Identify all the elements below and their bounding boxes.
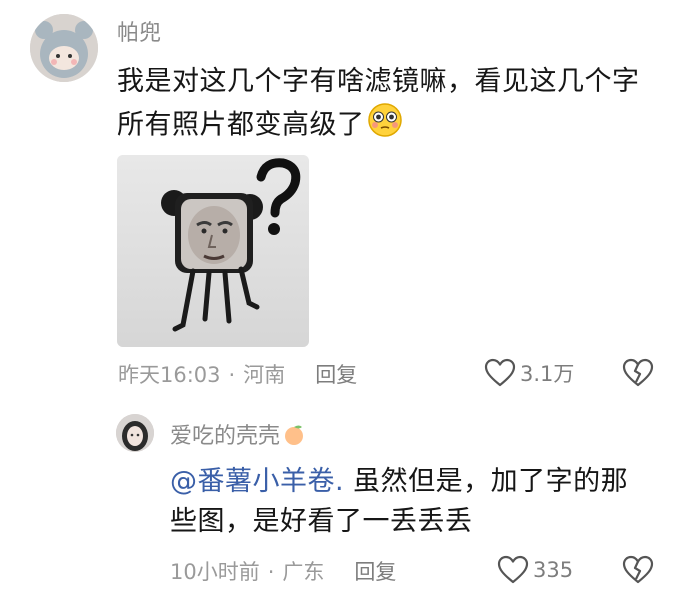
dislike-button[interactable] (622, 555, 654, 589)
heart-icon (497, 555, 529, 584)
meme-photo-icon (117, 155, 309, 347)
peach-emoji-icon (285, 425, 304, 445)
comment-text-line2: 所有照片都变高级了 (117, 102, 677, 150)
like-count: 335 (533, 558, 574, 582)
reply-username[interactable]: 爱吃的壳壳 (170, 422, 306, 451)
reply-location: 广东 (282, 560, 325, 584)
comment-meta: 昨天16:03 · 河南 回复 (118, 361, 357, 389)
like-count: 3.1万 (520, 362, 575, 386)
heart-icon (484, 358, 516, 387)
meta-separator: · (267, 560, 275, 584)
comment-time: 昨天16:03 (118, 363, 221, 387)
reply-text-line1: @番薯小羊卷. 虽然但是，加了字的那 (170, 462, 670, 502)
comment-text-line1: 我是对这几个字有啥滤镜嘛，看见这几个字 (117, 66, 640, 97)
avatar[interactable] (30, 14, 98, 82)
reply-text: @番薯小羊卷. 虽然但是，加了字的那 些图，是好看了一丢丢丢 (170, 462, 670, 542)
broken-heart-icon (622, 555, 654, 584)
reply-time: 10小时前 (170, 560, 260, 584)
comment-photo[interactable] (117, 155, 309, 347)
flushed-face-emoji-icon (367, 102, 403, 150)
dislike-button[interactable] (622, 358, 654, 392)
mention-link[interactable]: @番薯小羊卷. (170, 466, 344, 497)
meta-separator: · (228, 363, 236, 387)
reply-text-line2: 些图，是好看了一丢丢丢 (170, 506, 473, 537)
reply-username-text: 爱吃的壳壳 (170, 424, 281, 449)
reply-meta: 10小时前 · 广东 回复 (170, 558, 396, 586)
reply-text-part1: 虽然但是，加了字的那 (344, 466, 629, 497)
broken-heart-icon (622, 358, 654, 387)
reply-avatar[interactable] (116, 414, 154, 452)
comment-username[interactable]: 帕兜 (117, 20, 161, 48)
comment-text: 我是对这几个字有啥滤镜嘛，看见这几个字 所有照片都变高级了 (117, 62, 677, 150)
reply-button[interactable]: 回复 (315, 361, 357, 389)
like-button[interactable]: 335 (497, 555, 573, 585)
reply-button[interactable]: 回复 (354, 558, 396, 586)
comment-text-line2-content: 所有照片都变高级了 (117, 109, 365, 141)
comment-location: 河南 (243, 363, 286, 387)
like-button[interactable]: 3.1万 (484, 358, 574, 388)
